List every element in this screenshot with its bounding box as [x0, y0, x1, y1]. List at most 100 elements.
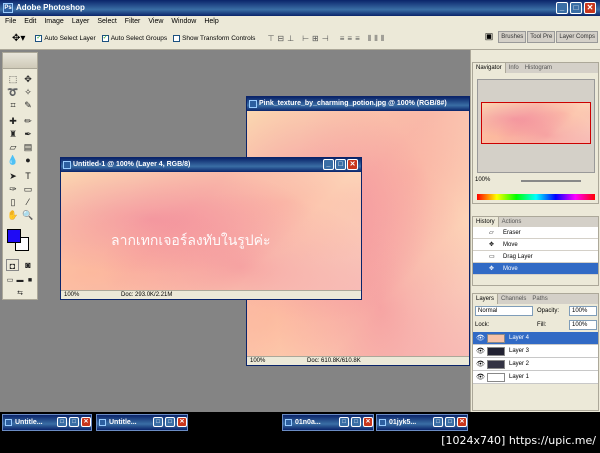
document-maximize-button[interactable]: □ [335, 159, 346, 170]
eyedropper-tool-icon[interactable]: ⁄ [21, 196, 35, 208]
maximize-icon[interactable]: □ [69, 417, 79, 427]
maximize-icon[interactable]: □ [445, 417, 455, 427]
menu-help[interactable]: Help [204, 16, 218, 28]
minimized-window-3[interactable]: 01n0a... □ □ ✕ [282, 414, 374, 431]
distribute-bottom-icon[interactable]: ≡ [355, 34, 360, 44]
align-right-icon[interactable]: ⊣ [322, 34, 329, 44]
opacity-input[interactable]: 100% [569, 306, 597, 316]
zoom-tool-icon[interactable]: 🔍 [21, 209, 35, 221]
minimize-button[interactable]: _ [556, 2, 568, 14]
navigator-preview-area[interactable] [477, 79, 595, 173]
show-transform-controls-checkbox[interactable]: Show Transform Controls [173, 35, 255, 42]
tab-actions[interactable]: Actions [499, 217, 525, 227]
document-title-bar[interactable]: Pink_texture_by_charming_potion.jpg @ 10… [247, 97, 469, 111]
layer-row[interactable]: 👁 Layer 1 [473, 371, 598, 384]
menu-select[interactable]: Select [97, 16, 116, 28]
minimized-window-2[interactable]: Untitle... □ □ ✕ [96, 414, 188, 431]
zoom-level[interactable]: 100% [64, 292, 79, 298]
eye-icon[interactable]: 👁 [476, 345, 485, 358]
align-bottom-icon[interactable]: ⊥ [287, 34, 294, 44]
doc-size-info[interactable]: Doc: 293.0K/2.21M [121, 292, 172, 298]
close-icon[interactable]: ✕ [363, 417, 373, 427]
file-browser-icon[interactable]: ▣ [485, 31, 494, 43]
doc-size-info[interactable]: Doc: 610.8K/610.8K [307, 358, 361, 364]
distribute-right-icon[interactable]: ⦀ [381, 34, 385, 44]
layer-row[interactable]: 👁 Layer 3 [473, 345, 598, 358]
close-icon[interactable]: ✕ [457, 417, 467, 427]
maximize-icon[interactable]: □ [165, 417, 175, 427]
history-item-selected[interactable]: ✥ Move [473, 263, 598, 275]
move-tool-icon[interactable]: ✥ [21, 73, 35, 85]
screen-mode-full-icon[interactable]: ■ [25, 275, 35, 287]
navigator-thumbnail[interactable] [481, 102, 591, 144]
palette-well-tool-presets[interactable]: Tool Pre [527, 31, 556, 43]
menu-view[interactable]: View [148, 16, 163, 28]
shape-tool-icon[interactable]: ▭ [21, 183, 35, 195]
restore-icon[interactable]: □ [433, 417, 443, 427]
maximize-icon[interactable]: □ [351, 417, 361, 427]
gradient-tool-icon[interactable]: ▤ [21, 141, 35, 153]
history-item[interactable]: ▱ Eraser [473, 227, 598, 239]
eraser-tool-icon[interactable]: ▱ [6, 141, 20, 153]
align-left-icon[interactable]: ⊢ [302, 34, 309, 44]
document-title-bar[interactable]: Untitled-1 @ 100% (Layer 4, RGB/8) _ □ ✕ [61, 158, 361, 172]
hand-tool-icon[interactable]: ✋ [6, 209, 20, 221]
menu-layer[interactable]: Layer [72, 16, 90, 28]
healing-brush-tool-icon[interactable]: ✚ [6, 115, 20, 127]
navigator-zoom[interactable]: 100% [475, 177, 490, 183]
layer-row-selected[interactable]: 👁 Layer 4 [473, 332, 598, 345]
minimized-window-4[interactable]: 01jyk5... □ □ ✕ [376, 414, 468, 431]
marquee-tool-icon[interactable]: ⬚ [6, 73, 20, 85]
tab-histogram[interactable]: Histogram [522, 63, 555, 73]
tab-layers[interactable]: Layers [473, 294, 499, 304]
canvas-untitled-1[interactable]: ลากเทกเจอร์ลงทับในรูปค่ะ [61, 172, 361, 290]
history-item[interactable]: ▭ Drag Layer [473, 251, 598, 263]
maximize-button[interactable]: □ [570, 2, 582, 14]
close-button[interactable]: ✕ [584, 2, 596, 14]
move-tool-preset-icon[interactable]: ✥▾ [12, 33, 25, 44]
close-icon[interactable]: ✕ [177, 417, 187, 427]
clone-stamp-tool-icon[interactable]: ♜ [6, 128, 20, 140]
restore-icon[interactable]: □ [339, 417, 349, 427]
eye-icon[interactable]: 👁 [476, 371, 485, 384]
minimized-window-1[interactable]: Untitle... □ □ ✕ [2, 414, 92, 431]
eye-icon[interactable]: 👁 [476, 332, 485, 345]
foreground-color-swatch[interactable] [7, 229, 21, 243]
distribute-left-icon[interactable]: ⦀ [368, 34, 372, 44]
pen-tool-icon[interactable]: ✑ [6, 183, 20, 195]
restore-icon[interactable]: □ [153, 417, 163, 427]
path-selection-tool-icon[interactable]: ➤ [6, 170, 20, 182]
document-window-untitled-1[interactable]: Untitled-1 @ 100% (Layer 4, RGB/8) _ □ ✕… [60, 157, 362, 300]
palette-well-layer-comps[interactable]: Layer Comps [556, 31, 598, 43]
history-item[interactable]: ✥ Move [473, 239, 598, 251]
layer-row[interactable]: 👁 Layer 2 [473, 358, 598, 371]
distribute-center-icon[interactable]: ⦀ [374, 34, 378, 44]
lasso-tool-icon[interactable]: ➰ [6, 86, 20, 98]
restore-icon[interactable]: □ [57, 417, 67, 427]
dodge-tool-icon[interactable]: ● [21, 154, 35, 166]
document-close-button[interactable]: ✕ [347, 159, 358, 170]
tab-info[interactable]: Info [506, 63, 522, 73]
quick-mask-mode-icon[interactable]: ◙ [21, 259, 35, 271]
align-top-icon[interactable]: ⊤ [267, 34, 274, 44]
menu-file[interactable]: File [5, 16, 16, 28]
align-center-icon[interactable]: ⊞ [312, 34, 319, 44]
eye-icon[interactable]: 👁 [476, 358, 485, 371]
color-spectrum-bar[interactable] [477, 194, 595, 200]
tab-navigator[interactable]: Navigator [473, 63, 506, 73]
palette-well-brushes[interactable]: Brushes [498, 31, 527, 43]
fill-input[interactable]: 100% [569, 320, 597, 330]
zoom-level[interactable]: 100% [250, 358, 265, 364]
navigator-zoom-slider[interactable] [521, 180, 581, 182]
distribute-middle-icon[interactable]: ≡ [347, 34, 352, 44]
crop-tool-icon[interactable]: ⌗ [6, 99, 20, 111]
distribute-top-icon[interactable]: ≡ [340, 34, 345, 44]
menu-window[interactable]: Window [171, 16, 196, 28]
align-middle-icon[interactable]: ⊟ [277, 34, 284, 44]
brush-tool-icon[interactable]: ✏ [21, 115, 35, 127]
tab-channels[interactable]: Channels [498, 294, 529, 304]
close-icon[interactable]: ✕ [81, 417, 91, 427]
notes-tool-icon[interactable]: ▯ [6, 196, 20, 208]
screen-mode-menubar-icon[interactable]: ▬ [15, 275, 25, 287]
tab-paths[interactable]: Paths [529, 294, 550, 304]
